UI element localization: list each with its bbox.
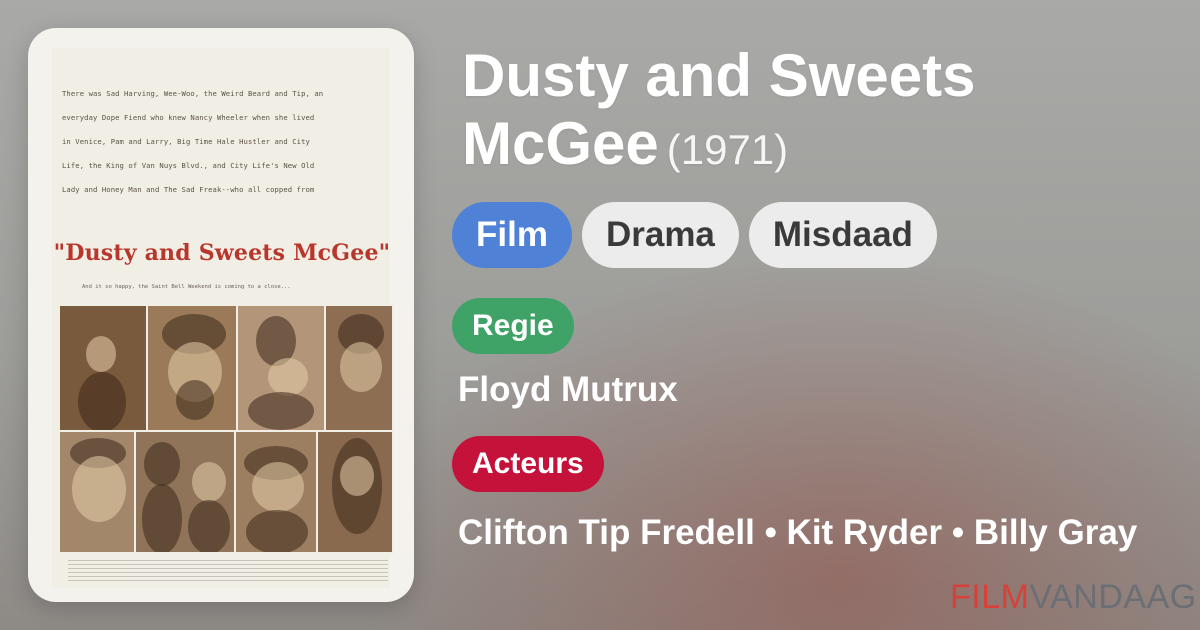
genre-chips: Film Drama Misdaad <box>452 202 937 268</box>
genre-chip-misdaad[interactable]: Misdaad <box>748 202 937 268</box>
movie-title: Dusty and Sweets McGee (1971) <box>462 42 1162 184</box>
cast-label-badge: Acteurs <box>452 436 604 492</box>
cast-names[interactable]: Clifton Tip Fredell • Kit Ryder • Billy … <box>458 506 1158 560</box>
poster-tagline-text: And it so happy, the Saint Bell Weekend … <box>82 284 291 290</box>
poster-photo <box>58 430 136 554</box>
poster-credits-block <box>68 560 388 582</box>
poster-photo <box>134 430 236 554</box>
poster-photo <box>236 304 326 432</box>
genre-chip-drama[interactable]: Drama <box>581 202 739 268</box>
poster-photo <box>234 430 318 554</box>
director-label-badge: Regie <box>452 298 574 354</box>
brand-part-vandaag: VANDAAG <box>1029 578 1197 616</box>
poster-artwork: There was Sad Harving, Wee-Woo, the Weir… <box>52 48 394 588</box>
genre-chip-film[interactable]: Film <box>452 202 572 268</box>
poster-photo <box>146 304 238 432</box>
movie-year: (1971) <box>666 126 789 173</box>
poster-photo <box>324 304 394 432</box>
brand-part-film: FILM <box>950 578 1030 616</box>
poster-title-text: "Dusty and Sweets McGee" <box>53 240 391 266</box>
poster-blurb-text: There was Sad Harving, Wee-Woo, the Weir… <box>62 89 324 194</box>
movie-poster: There was Sad Harving, Wee-Woo, the Weir… <box>28 28 414 602</box>
poster-photo-collage <box>58 304 394 554</box>
poster-photo <box>316 430 394 554</box>
poster-photo <box>58 304 148 432</box>
filmvandaag-logo[interactable]: FILMVANDAAG <box>950 578 1197 617</box>
director-name[interactable]: Floyd Mutrux <box>458 370 678 410</box>
